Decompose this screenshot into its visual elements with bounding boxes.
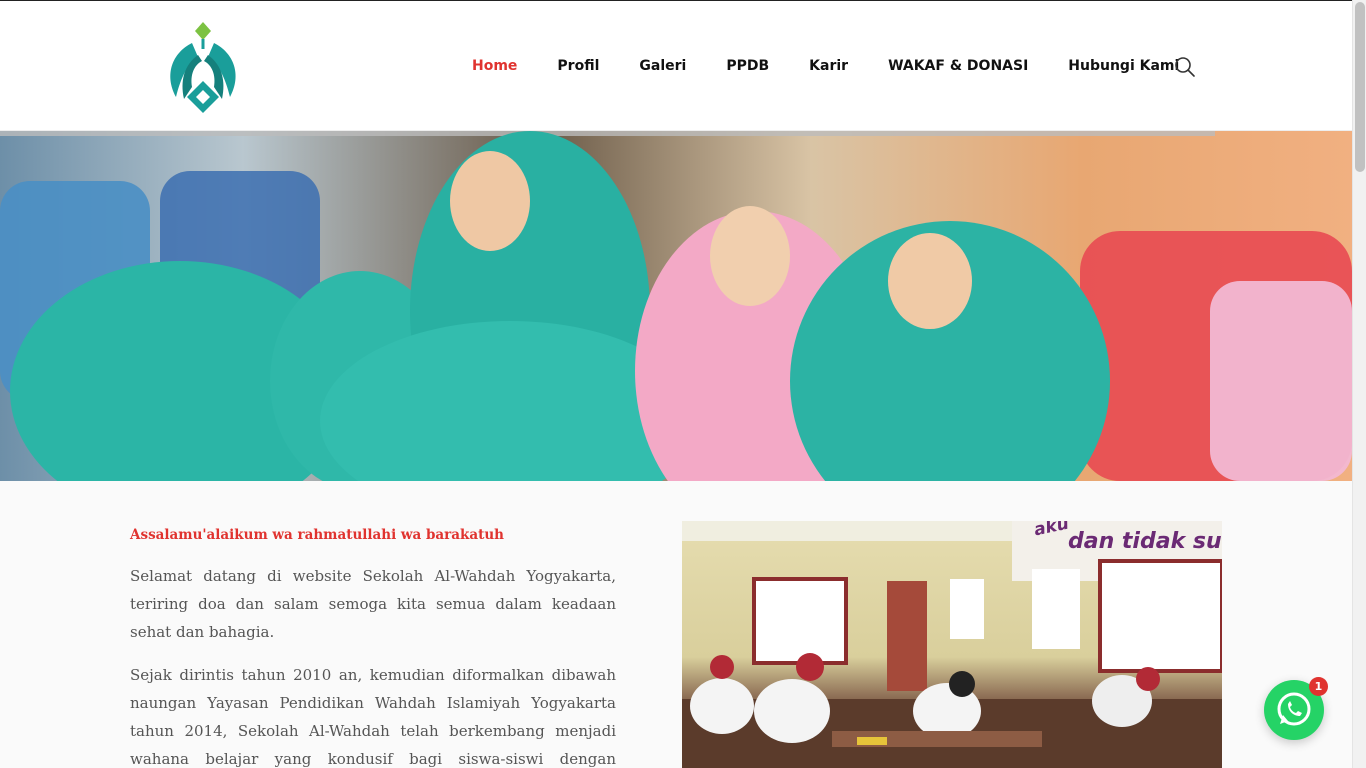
whatsapp-notification-badge: 1 (1309, 677, 1328, 696)
welcome-paragraph-2: Sejak dirintis tahun 2010 an, kemudian d… (130, 666, 616, 768)
nav-ppdb[interactable]: PPDB (706, 58, 789, 74)
page-scrollbar[interactable] (1352, 0, 1366, 768)
site-logo[interactable] (162, 19, 244, 115)
site-header: Home Profil Galeri PPDB Karir WAKAF & DO… (0, 1, 1352, 131)
welcome-paragraph-1: Selamat datang di website Sekolah Al-Wah… (130, 567, 616, 641)
scrollbar-thumb[interactable] (1355, 2, 1365, 172)
search-icon[interactable] (1174, 56, 1196, 78)
main-nav: Home Profil Galeri PPDB Karir WAKAF & DO… (452, 1, 1199, 131)
hero-photo (0, 131, 1352, 481)
welcome-greeting: Assalamu'alaikum wa rahmatullahi wa bara… (130, 527, 504, 543)
hero-banner-image (0, 131, 1352, 481)
nav-wakaf-donasi[interactable]: WAKAF & DONASI (868, 58, 1048, 74)
nav-galeri[interactable]: Galeri (619, 58, 706, 74)
nav-karir[interactable]: Karir (789, 58, 868, 74)
classroom-photo: aku dan tidak su (682, 521, 1222, 768)
welcome-section: Assalamu'alaikum wa rahmatullahi wa bara… (0, 481, 1352, 768)
nav-profil[interactable]: Profil (537, 58, 619, 74)
nav-home[interactable]: Home (452, 58, 537, 74)
classroom-wall-text-2: dan tidak su (1068, 529, 1222, 554)
